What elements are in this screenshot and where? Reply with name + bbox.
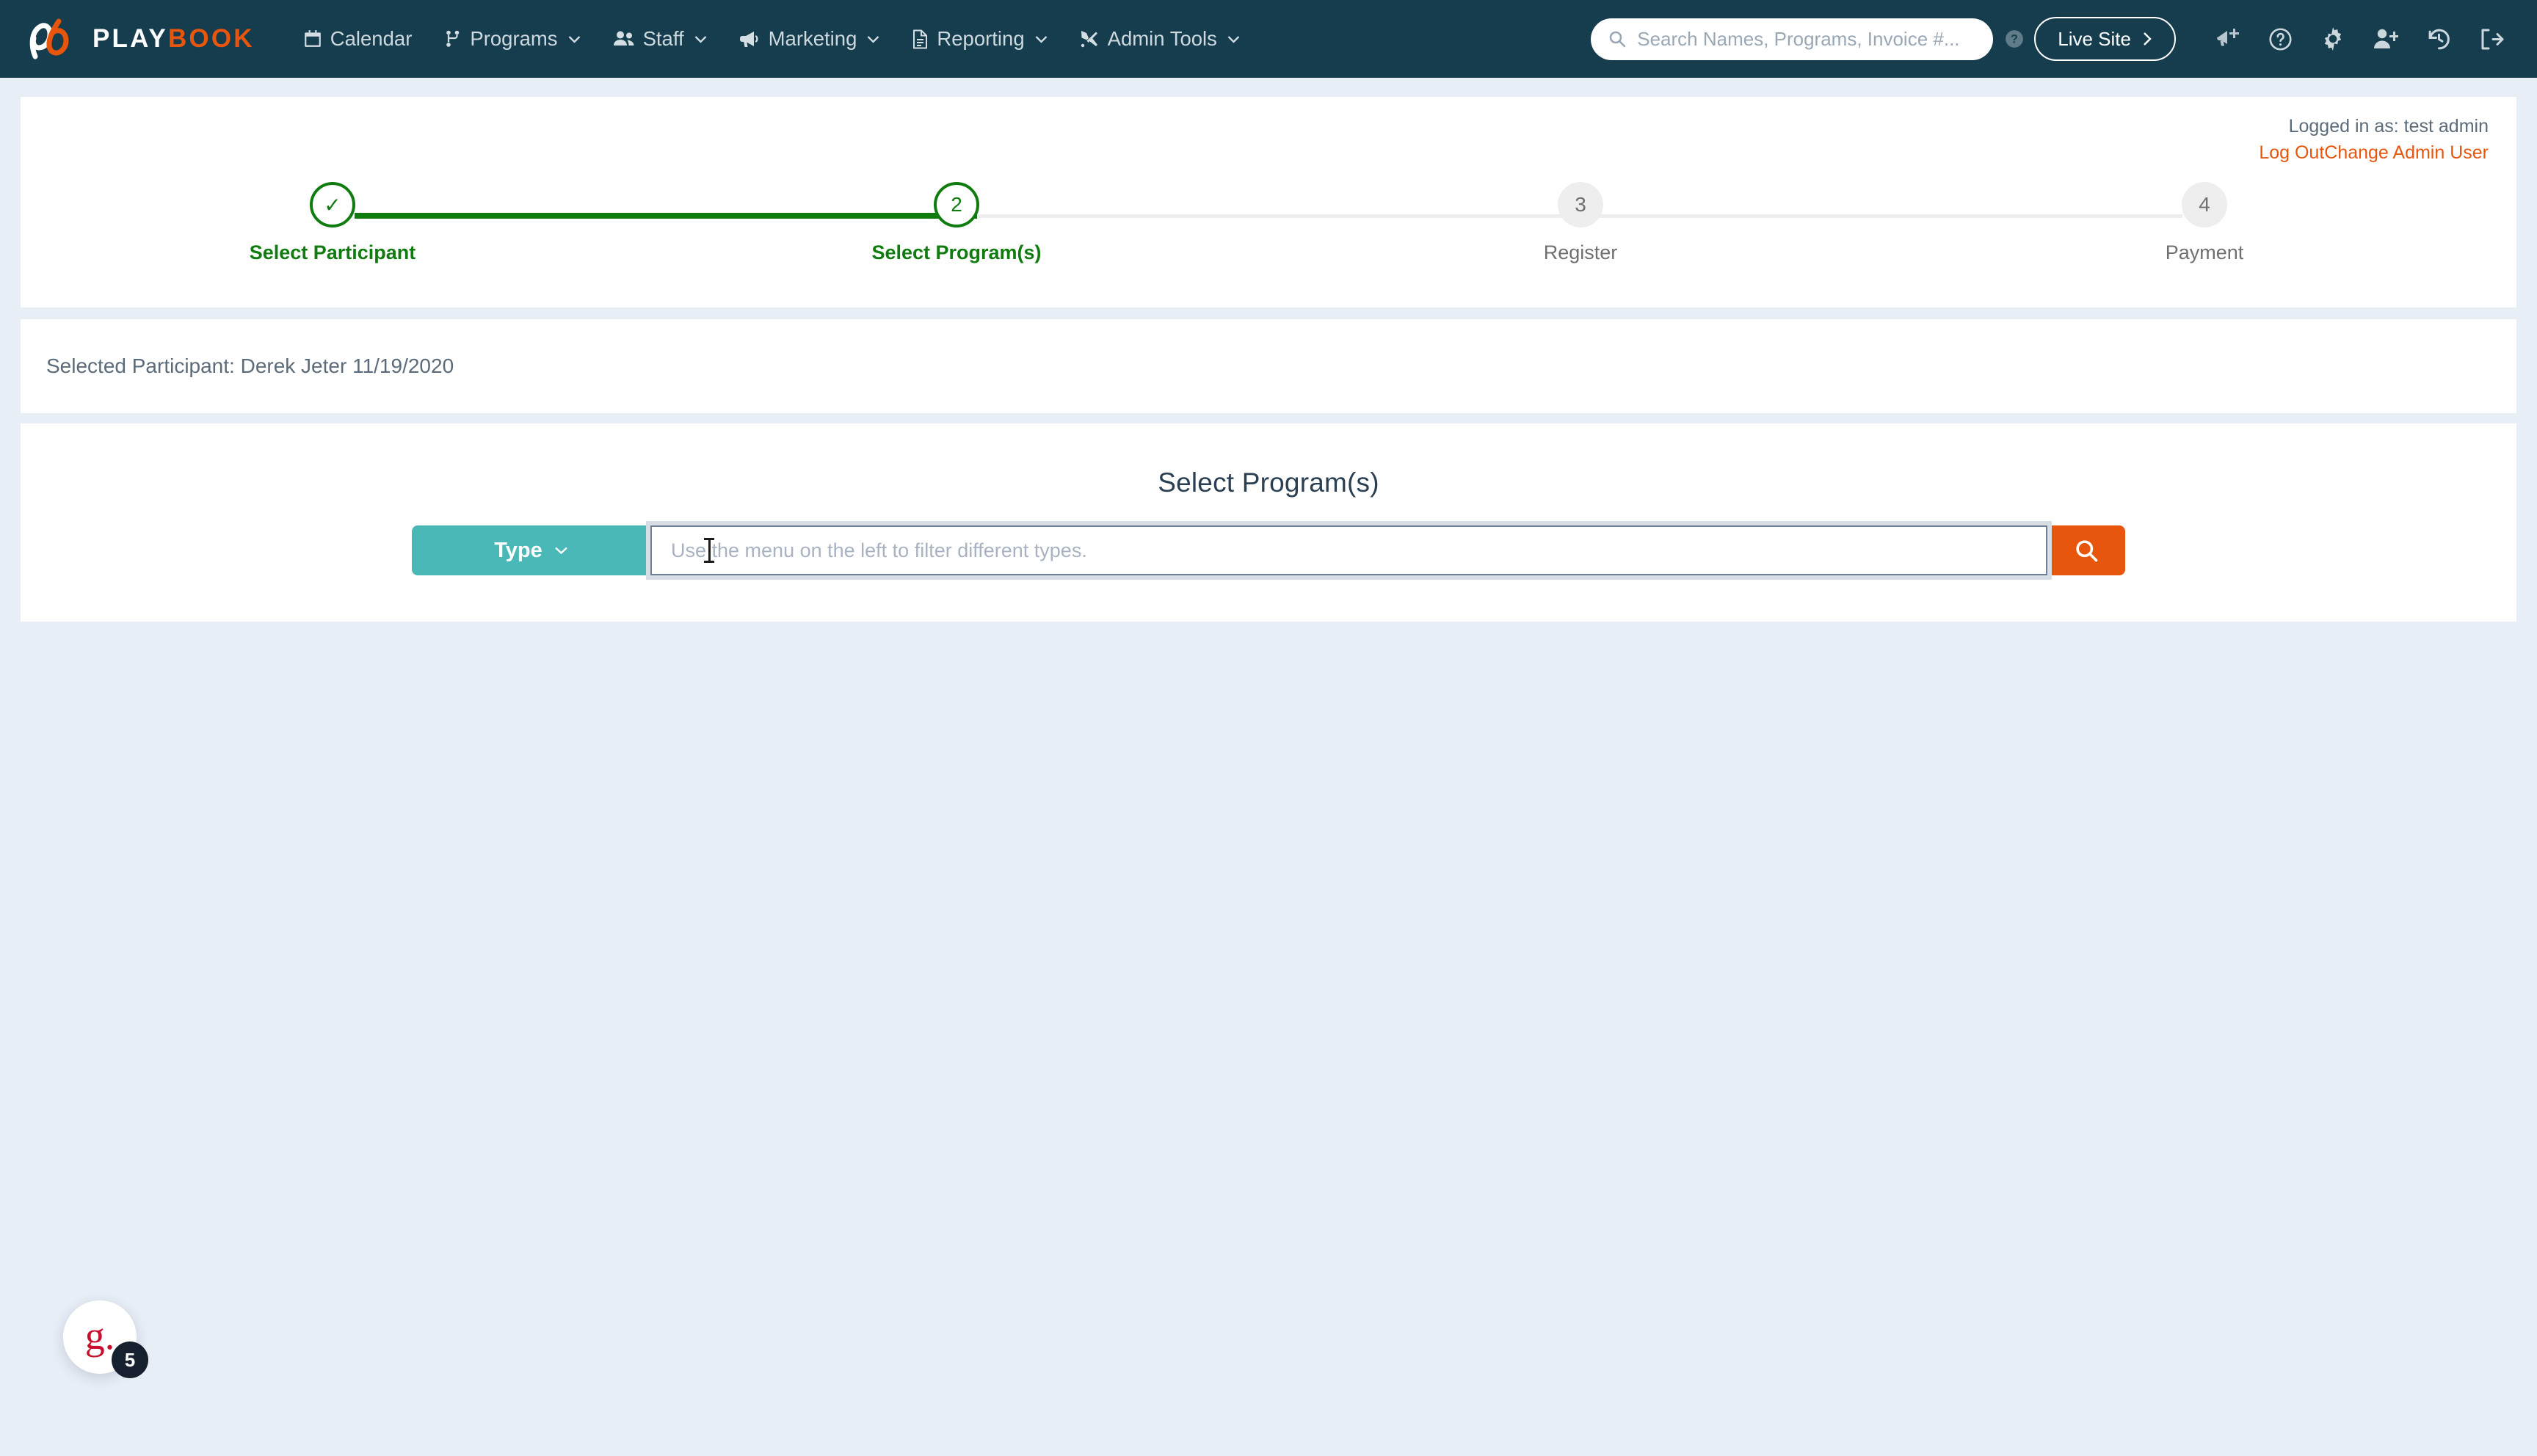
chevron-down-icon <box>554 547 567 555</box>
program-search-input[interactable] <box>650 525 2047 575</box>
chat-widget[interactable]: g. 5 <box>63 1300 148 1378</box>
announcement-plus-button[interactable] <box>2201 12 2254 65</box>
type-filter-label: Type <box>494 538 542 562</box>
logged-in-as-label: Logged in as: test admin <box>2288 116 2489 136</box>
programs-icon <box>446 30 460 47</box>
step-marker-1: ✓ <box>310 182 355 228</box>
nav-item-calendar[interactable]: Calendar <box>287 21 429 57</box>
svg-text:?: ? <box>2011 32 2018 46</box>
step-payment[interactable]: 4 Payment <box>1892 182 2516 264</box>
step-label-3: Register <box>1543 241 1618 263</box>
staff-icon <box>613 31 634 46</box>
help-circle-icon[interactable]: ? <box>2005 29 2024 48</box>
type-filter-dropdown[interactable]: Type <box>412 525 650 575</box>
step-select-programs[interactable]: 2 Select Program(s) <box>645 182 1268 264</box>
chevron-down-icon <box>568 35 580 43</box>
step-label-1: Select Participant <box>249 241 416 263</box>
brand-logo[interactable]: PLAYBOOK <box>25 17 255 61</box>
selected-participant-text: Selected Participant: Derek Jeter 11/19/… <box>46 354 454 377</box>
nav-item-admin-tools[interactable]: Admin Tools <box>1064 21 1256 57</box>
help-button[interactable] <box>2254 12 2306 65</box>
log-out-link[interactable]: Log Out <box>2259 142 2324 163</box>
step-select-participant[interactable]: ✓ Select Participant <box>21 182 645 264</box>
document-icon <box>913 29 928 48</box>
program-search-wrap <box>650 525 2047 575</box>
live-site-button[interactable]: Live Site <box>2034 17 2176 61</box>
page-title: Select Program(s) <box>1158 467 1379 498</box>
brand-wordmark: PLAYBOOK <box>92 24 255 54</box>
nav-item-reporting[interactable]: Reporting <box>896 21 1063 57</box>
nav-item-programs[interactable]: Programs <box>428 21 596 57</box>
nav-item-marketing[interactable]: Marketing <box>723 21 896 57</box>
chevron-right-icon <box>2144 32 2152 46</box>
brand-book-text: BOOK <box>167 24 255 53</box>
nav-right-cluster: ? Live Site <box>1591 12 2518 65</box>
chevron-down-icon <box>694 35 706 43</box>
primary-navigation: Calendar Programs Staff Marketing Report… <box>287 21 1256 57</box>
brand-play-text: PLAY <box>92 24 168 53</box>
chevron-down-icon <box>1035 35 1047 43</box>
tools-icon <box>1081 30 1097 47</box>
step-label-2: Select Program(s) <box>871 241 1042 263</box>
step-label-4: Payment <box>2165 241 2244 263</box>
selected-participant-card: Selected Participant: Derek Jeter 11/19/… <box>21 319 2516 413</box>
global-search[interactable] <box>1591 18 1994 60</box>
nav-label-programs: Programs <box>470 27 558 51</box>
live-site-label: Live Site <box>2058 27 2131 50</box>
program-search-button[interactable] <box>2047 525 2125 575</box>
change-admin-user-link[interactable]: Change Admin User <box>2324 142 2489 163</box>
chevron-down-icon <box>1227 35 1240 43</box>
logout-button[interactable] <box>2465 12 2518 65</box>
playbook-logo-icon <box>29 18 69 59</box>
help-circle-icon <box>2268 27 2292 51</box>
add-user-icon <box>2374 29 2398 48</box>
chat-widget-logo: g. <box>84 1314 115 1358</box>
account-info: Logged in as: test admin Log OutChange A… <box>2259 113 2489 167</box>
gear-icon <box>2324 27 2342 51</box>
megaphone-icon <box>739 31 758 47</box>
chat-unread-badge[interactable]: 5 <box>112 1342 148 1378</box>
step-marker-2: 2 <box>934 182 979 228</box>
history-button[interactable] <box>2412 12 2465 65</box>
settings-button[interactable] <box>2306 12 2359 65</box>
nav-label-admin-tools: Admin Tools <box>1107 27 1217 51</box>
global-search-input[interactable] <box>1637 27 1976 51</box>
nav-label-reporting: Reporting <box>937 27 1025 51</box>
history-icon <box>2428 29 2450 49</box>
nav-label-marketing: Marketing <box>768 27 857 51</box>
search-icon <box>2075 539 2097 561</box>
announcement-plus-icon <box>2217 29 2239 46</box>
registration-stepper: ✓ Select Participant 2 Select Program(s)… <box>21 182 2516 292</box>
search-icon <box>1609 31 1626 48</box>
chevron-down-icon <box>868 35 879 43</box>
step-register[interactable]: 3 Register <box>1268 182 1892 264</box>
nav-label-staff: Staff <box>642 27 684 51</box>
logout-icon <box>2481 29 2504 49</box>
select-programs-card: Select Program(s) Type <box>21 423 2516 622</box>
utility-icon-group <box>2201 12 2518 65</box>
step-marker-4: 4 <box>2182 182 2227 228</box>
stepper-card: Logged in as: test admin Log OutChange A… <box>21 97 2516 307</box>
calendar-icon <box>304 30 321 47</box>
top-navigation-bar: PLAYBOOK Calendar Programs Staff Marketi… <box>0 0 2537 78</box>
step-marker-3: 3 <box>1558 182 1603 228</box>
add-user-button[interactable] <box>2359 12 2412 65</box>
program-filter-row: Type <box>21 525 2516 575</box>
nav-item-staff[interactable]: Staff <box>597 21 723 57</box>
account-links: Log OutChange Admin User <box>2259 139 2489 166</box>
nav-label-calendar: Calendar <box>330 27 413 51</box>
